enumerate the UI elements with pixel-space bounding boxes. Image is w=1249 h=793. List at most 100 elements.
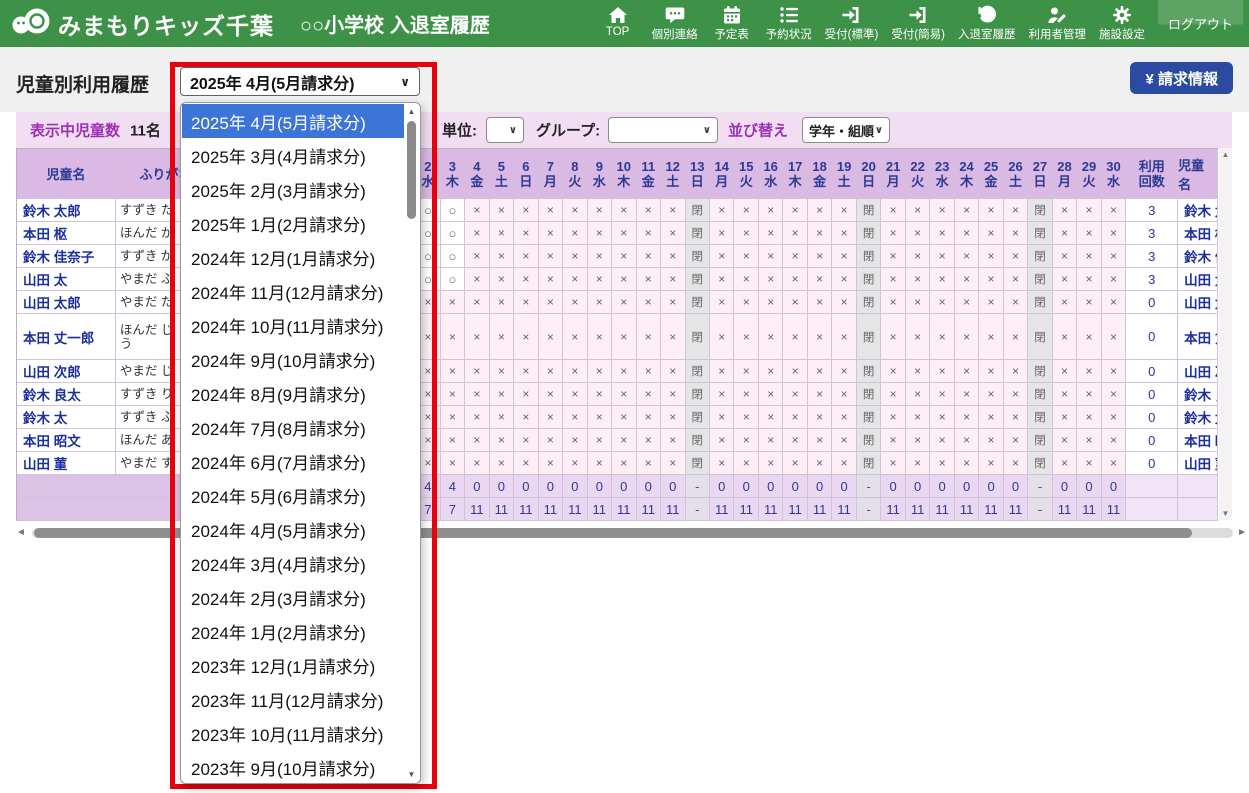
day-mark-cell: ×	[490, 268, 514, 291]
scroll-down-icon[interactable]: ▼	[1222, 507, 1230, 520]
col-header-day: 4金	[465, 149, 489, 199]
month-option[interactable]: 2024年 2月(3月請求分)	[182, 580, 404, 614]
child-name-right[interactable]: 山田 次郎	[1178, 360, 1218, 383]
scroll-up-icon[interactable]: ▲	[405, 105, 418, 118]
day-mark-cell: ×	[539, 383, 563, 406]
child-name-right[interactable]: 本田 丈一郎	[1178, 314, 1218, 360]
scrollbar-thumb[interactable]	[407, 121, 416, 219]
footer-day-total: 11	[612, 498, 636, 521]
month-option[interactable]: 2023年 11月(12月請求分)	[182, 682, 404, 716]
day-mark-cell: 閉	[857, 245, 881, 268]
child-name-link[interactable]: 山田 太郎	[17, 291, 116, 314]
app-logo[interactable]: みまもりキッズ千葉	[0, 4, 300, 43]
month-option[interactable]: 2024年 8月(9月請求分)	[182, 376, 404, 410]
sort-select[interactable]: 学年・組順∨	[802, 117, 890, 143]
child-name-right[interactable]: 鈴木 良太	[1178, 383, 1218, 406]
table-vertical-scrollbar[interactable]: ▲ ▼	[1219, 148, 1232, 520]
scroll-left-icon[interactable]: ◄	[16, 527, 26, 538]
month-option[interactable]: 2024年 9月(10月請求分)	[182, 342, 404, 376]
col-header-day: 3木	[441, 149, 465, 199]
child-name-right[interactable]: 本田 昭文	[1178, 429, 1218, 452]
month-option[interactable]: 2025年 3月(4月請求分)	[182, 138, 404, 172]
footer-day-total: 11	[734, 498, 758, 521]
day-mark-cell: ×	[955, 222, 979, 245]
day-mark-cell: ×	[539, 406, 563, 429]
nav-top[interactable]: TOP	[597, 0, 639, 38]
nav-reservation-status[interactable]: 予約状況	[766, 0, 812, 42]
child-name-link[interactable]: 本田 昭文	[17, 429, 116, 452]
day-mark-cell: ×	[441, 383, 465, 406]
nav-reception-standard[interactable]: 受付(標準)	[825, 0, 879, 42]
child-name-right[interactable]: 本田 枢	[1178, 222, 1218, 245]
group-select[interactable]: ∨	[608, 117, 718, 143]
logout-button[interactable]: ログアウト	[1158, 0, 1243, 47]
month-option[interactable]: 2024年 5月(6月請求分)	[182, 478, 404, 512]
footer-day-total: 11	[661, 498, 685, 521]
nav-individual-contact[interactable]: 個別連絡	[652, 0, 698, 42]
nav-label: 施設設定	[1099, 26, 1145, 42]
day-mark-cell: ×	[637, 383, 661, 406]
month-select[interactable]: 2025年 4月(5月請求分) ∨	[180, 67, 420, 96]
scroll-up-icon[interactable]: ▲	[1222, 148, 1230, 161]
day-mark-cell: ×	[490, 199, 514, 222]
nav-reception-simple[interactable]: 受付(簡易)	[891, 0, 945, 42]
month-option[interactable]: 2024年 10月(11月請求分)	[182, 308, 404, 342]
day-mark-cell: ×	[734, 406, 758, 429]
child-name-link[interactable]: 鈴木 佳奈子	[17, 245, 116, 268]
day-mark-cell: ×	[465, 406, 489, 429]
day-mark-cell: ×	[514, 222, 538, 245]
child-name-right[interactable]: 鈴木 太郎	[1178, 199, 1218, 222]
dropdown-scrollbar[interactable]: ▲ ▼	[405, 105, 418, 781]
day-mark-cell: 閉	[857, 199, 881, 222]
day-mark-cell: 閉	[686, 452, 710, 475]
unit-select[interactable]: ∨	[486, 117, 524, 143]
month-option[interactable]: 2024年 1月(2月請求分)	[182, 614, 404, 648]
col-header-day: 13日	[686, 149, 710, 199]
month-option[interactable]: 2025年 4月(5月請求分)	[182, 104, 404, 138]
child-name-right[interactable]: 山田 太郎	[1178, 291, 1218, 314]
month-option[interactable]: 2024年 11月(12月請求分)	[182, 274, 404, 308]
day-mark-cell: ×	[930, 383, 954, 406]
child-name-right[interactable]: 鈴木 佳奈子	[1178, 245, 1218, 268]
child-name-right[interactable]: 山田 太	[1178, 268, 1218, 291]
usage-count-cell: 3	[1126, 245, 1178, 268]
child-name-link[interactable]: 鈴木 良太	[17, 383, 116, 406]
child-name-link[interactable]: 山田 次郎	[17, 360, 116, 383]
month-option[interactable]: 2023年 12月(1月請求分)	[182, 648, 404, 682]
nav-facility-settings[interactable]: 施設設定	[1099, 0, 1145, 42]
day-mark-cell: ×	[783, 222, 807, 245]
nav-user-management[interactable]: 利用者管理	[1028, 0, 1086, 42]
month-option[interactable]: 2023年 10月(11月請求分)	[182, 716, 404, 750]
month-option[interactable]: 2024年 7月(8月請求分)	[182, 410, 404, 444]
month-option[interactable]: 2023年 9月(10月請求分)	[182, 750, 404, 784]
child-name-right[interactable]: 山田 菫	[1178, 452, 1218, 475]
month-option[interactable]: 2024年 4月(5月請求分)	[182, 512, 404, 546]
scroll-right-icon[interactable]: ►	[1237, 527, 1247, 538]
day-mark-cell: ×	[539, 314, 563, 360]
day-mark-cell: ×	[906, 406, 930, 429]
scroll-down-icon[interactable]: ▼	[405, 768, 418, 781]
day-mark-cell: ×	[1077, 406, 1101, 429]
day-mark-cell: ×	[1053, 222, 1077, 245]
month-option[interactable]: 2024年 12月(1月請求分)	[182, 240, 404, 274]
shown-children-count: 11名	[130, 120, 161, 141]
logout-label: ログアウト	[1168, 14, 1233, 33]
day-mark-cell: ×	[906, 291, 930, 314]
child-name-link[interactable]: 本田 枢	[17, 222, 116, 245]
nav-entry-exit-history[interactable]: 入退室履歴	[958, 0, 1016, 42]
month-option[interactable]: 2025年 1月(2月請求分)	[182, 206, 404, 240]
child-name-link[interactable]: 山田 太	[17, 268, 116, 291]
month-option[interactable]: 2025年 2月(3月請求分)	[182, 172, 404, 206]
child-name-link[interactable]: 本田 丈一郎	[17, 314, 116, 360]
child-name-link[interactable]: 鈴木 太郎	[17, 199, 116, 222]
child-name-link[interactable]: 鈴木 太	[17, 406, 116, 429]
day-mark-cell: ×	[661, 314, 685, 360]
day-mark-cell: 閉	[857, 383, 881, 406]
billing-info-button[interactable]: ¥ 請求情報	[1130, 62, 1233, 94]
nav-schedule[interactable]: 予定表	[711, 0, 753, 42]
child-name-link[interactable]: 山田 菫	[17, 452, 116, 475]
month-option[interactable]: 2024年 6月(7月請求分)	[182, 444, 404, 478]
month-option[interactable]: 2024年 3月(4月請求分)	[182, 546, 404, 580]
usage-count-cell: 0	[1126, 406, 1178, 429]
child-name-right[interactable]: 鈴木 太	[1178, 406, 1218, 429]
